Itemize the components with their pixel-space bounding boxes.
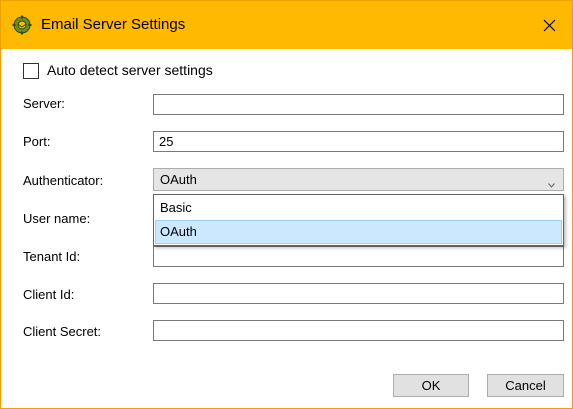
- dropdown-option-oauth[interactable]: OAuth: [155, 220, 562, 244]
- user-name-label: User name:: [23, 211, 91, 226]
- client-secret-label: Client Secret:: [23, 324, 102, 339]
- client-id-input[interactable]: [153, 283, 564, 304]
- gear-envelope-icon: [12, 15, 32, 35]
- close-icon: [543, 19, 556, 32]
- server-input[interactable]: [153, 94, 564, 115]
- title-bar: Email Server Settings: [1, 1, 572, 49]
- auto-detect-label[interactable]: Auto detect server settings: [47, 62, 213, 78]
- email-server-settings-dialog: Email Server Settings Auto detect server…: [0, 0, 573, 409]
- dialog-title: Email Server Settings: [41, 16, 186, 33]
- authenticator-label: Authenticator:: [23, 173, 104, 188]
- cancel-button[interactable]: Cancel: [487, 374, 564, 397]
- authenticator-dropdown-list: Basic OAuth: [153, 194, 564, 246]
- server-label: Server:: [23, 96, 65, 111]
- authenticator-select[interactable]: OAuth: [153, 168, 564, 191]
- tenant-id-label: Tenant Id:: [23, 249, 81, 264]
- dropdown-option-basic[interactable]: Basic: [155, 196, 562, 220]
- auto-detect-checkbox[interactable]: [23, 63, 39, 79]
- client-secret-input[interactable]: [153, 320, 564, 341]
- tenant-id-input[interactable]: [153, 246, 564, 267]
- chevron-down-icon: [548, 176, 555, 191]
- ok-button[interactable]: OK: [393, 374, 469, 397]
- port-label: Port:: [23, 134, 51, 149]
- close-button[interactable]: [526, 1, 572, 49]
- port-input[interactable]: [153, 131, 564, 152]
- client-id-label: Client Id:: [23, 287, 75, 302]
- authenticator-selected-value: OAuth: [160, 172, 197, 187]
